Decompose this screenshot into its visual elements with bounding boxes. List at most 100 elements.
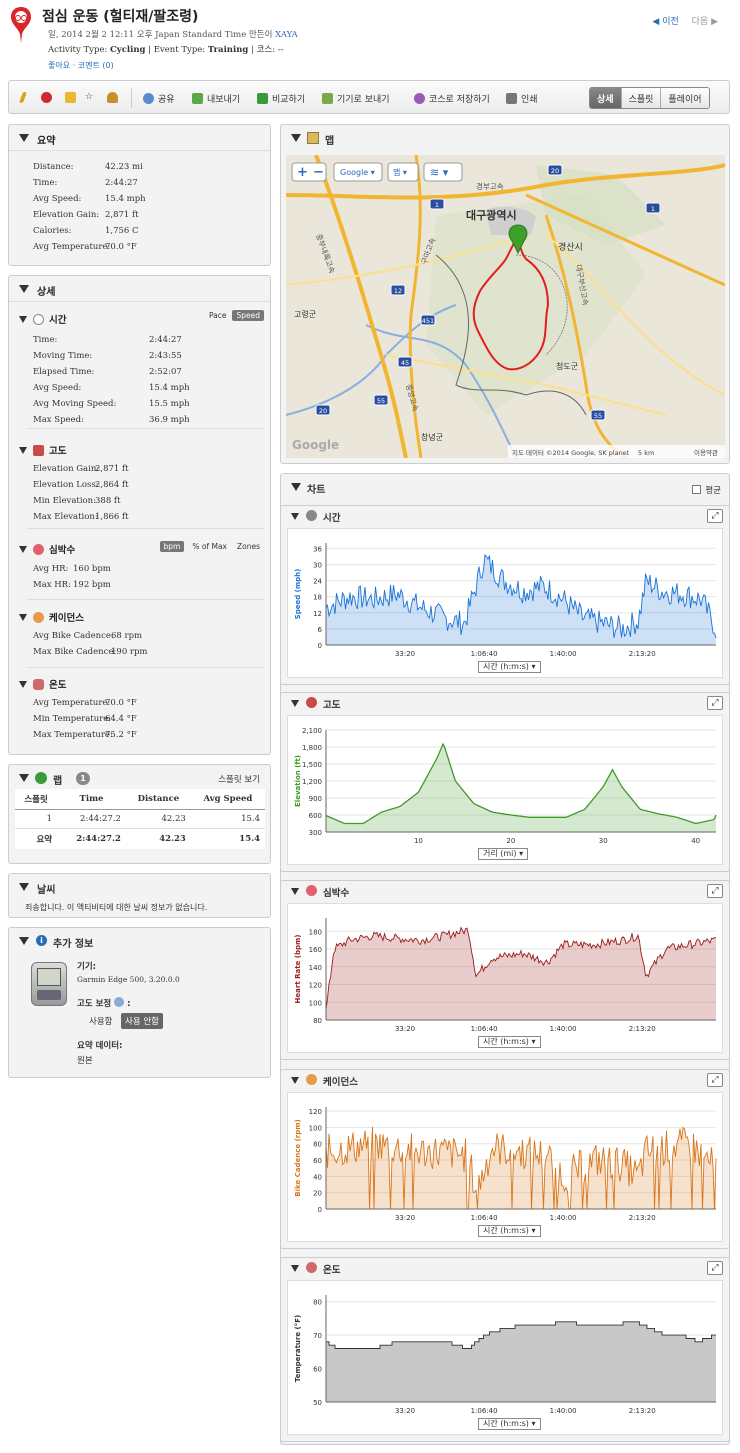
stat-label: Elevation Gain: bbox=[33, 464, 100, 474]
cadence-chart-svg[interactable]: 0 20 40 60 80 100 120 Bike Cadence (rpm) 33:20 1:… bbox=[288, 1093, 724, 1245]
pct-max-toggle[interactable]: % of Max bbox=[192, 542, 227, 551]
star-icon[interactable]: ☆ bbox=[85, 92, 93, 102]
hr-chart-icon bbox=[306, 885, 317, 896]
time-section-title: 시간 bbox=[49, 315, 67, 326]
weather-panel: 날씨 죄송합니다. 이 액티비티에 대한 날씨 정보가 없습니다. bbox=[8, 873, 271, 918]
average-checkbox[interactable] bbox=[692, 485, 702, 494]
col-distance[interactable]: Distance bbox=[125, 789, 191, 810]
collapse-icon[interactable] bbox=[19, 937, 29, 945]
hr-chart-plot[interactable]: 80 100 120 140 160 180 Heart Rate (bpm) 33:20 1:… bbox=[287, 903, 723, 1053]
send-to-device-button[interactable]: 기기로 보내기 bbox=[322, 92, 390, 105]
delete-icon[interactable] bbox=[41, 92, 56, 104]
collapse-icon[interactable] bbox=[291, 513, 299, 520]
y-tick-label: 120 bbox=[309, 1108, 322, 1116]
person-icon[interactable] bbox=[107, 92, 122, 104]
device-label: 기기: bbox=[77, 962, 97, 972]
col-time[interactable]: Time bbox=[57, 789, 126, 810]
collapse-icon[interactable] bbox=[291, 134, 301, 142]
stat-value: 160 bpm bbox=[73, 564, 111, 574]
share-button[interactable]: 공유 bbox=[143, 92, 175, 105]
x-tick-label: 33:20 bbox=[395, 1407, 415, 1415]
edit-icon[interactable] bbox=[18, 92, 29, 104]
time-section-header[interactable]: 시간 bbox=[19, 312, 66, 326]
activity-type-value[interactable]: Cycling bbox=[110, 45, 145, 55]
temp-chart-plot[interactable]: 50 60 70 80 Temperature (°F) 33:20 1:06:40 1:40… bbox=[287, 1280, 723, 1435]
speed-toggle[interactable]: Speed bbox=[232, 310, 264, 321]
elevation-series-line bbox=[325, 742, 717, 825]
pace-toggle[interactable]: Pace bbox=[209, 311, 227, 320]
view-player-tab[interactable]: 플레이어 bbox=[660, 88, 709, 108]
export-button[interactable]: 내보내기 bbox=[192, 92, 240, 105]
expand-icon[interactable]: ⤢ bbox=[707, 696, 723, 710]
lock-icon[interactable] bbox=[65, 92, 80, 104]
temp-chart-svg[interactable]: 50 60 70 80 Temperature (°F) 33:20 1:06:40 1:40… bbox=[288, 1281, 724, 1438]
y-tick-label: 36 bbox=[313, 545, 322, 553]
bpm-toggle[interactable]: bpm bbox=[159, 541, 185, 552]
cadence-chart-plot[interactable]: 0 20 40 60 80 100 120 Bike Cadence (rpm) 33:20 1:… bbox=[287, 1092, 723, 1242]
hr-chart-svg[interactable]: 80 100 120 140 160 180 Heart Rate (bpm) 33:20 1:… bbox=[288, 904, 724, 1056]
view-splits-tab[interactable]: 스플릿 bbox=[620, 88, 661, 108]
y-tick-label: 20 bbox=[313, 1190, 322, 1198]
col-avg-speed[interactable]: Avg Speed bbox=[190, 789, 265, 810]
prev-link[interactable]: ◀ 이전 bbox=[652, 17, 678, 27]
col-split[interactable]: 스플릿 bbox=[15, 789, 58, 810]
laps-table: 스플릿 Time Distance Avg Speed 1 2:44:27.2 42… bbox=[15, 789, 265, 849]
speed-chart-svg[interactable]: 0 6 12 18 24 30 36 Speed (mph) 33:20 1:06:40 1:40:… bbox=[288, 529, 724, 681]
cadence-x-axis-select[interactable]: 시간 (h:m:s) ▾ bbox=[478, 1225, 541, 1237]
collapse-icon[interactable] bbox=[291, 483, 301, 491]
elevation-section-header[interactable]: 고도 bbox=[19, 443, 66, 457]
elevation-chart-plot[interactable]: 300 600 900 1,200 1,500 1,800 2,100 Elevation (… bbox=[287, 715, 723, 865]
print-button[interactable]: 인쇄 bbox=[506, 92, 538, 105]
stat-label: Moving Time: bbox=[33, 351, 93, 361]
help-icon[interactable] bbox=[114, 997, 125, 1007]
speed-chart-plot[interactable]: 0 6 12 18 24 30 36 Speed (mph) 33:20 1:06:40 1:40:… bbox=[287, 528, 723, 678]
comment-link[interactable]: 코멘트 (0) bbox=[78, 61, 114, 70]
expand-icon[interactable]: ⤢ bbox=[707, 509, 723, 523]
event-type-value[interactable]: Training bbox=[208, 45, 248, 55]
expand-icon[interactable]: ⤢ bbox=[707, 1261, 723, 1275]
hr-x-axis-select[interactable]: 시간 (h:m:s) ▾ bbox=[478, 1036, 541, 1048]
like-link[interactable]: 좋아요 bbox=[48, 61, 70, 70]
elevation-series-area bbox=[326, 744, 716, 832]
event-type-label: | Event Type: bbox=[148, 45, 206, 55]
zones-toggle[interactable]: Zones bbox=[237, 542, 260, 551]
author-link[interactable]: XAYA bbox=[275, 30, 298, 40]
pace-speed-toggle: Pace Speed bbox=[209, 310, 264, 321]
route-shield-label: 1 bbox=[651, 205, 655, 213]
cadence-section-header[interactable]: 케이던스 bbox=[19, 610, 84, 624]
collapse-icon[interactable] bbox=[19, 774, 29, 782]
elev-corr-off[interactable]: 사용 안함 bbox=[121, 1013, 163, 1029]
collapse-icon[interactable] bbox=[291, 1077, 299, 1084]
google-layer-label: Google ▾ bbox=[340, 168, 375, 177]
hr-section-header[interactable]: 심박수 bbox=[19, 542, 75, 556]
details-header[interactable]: 상세 bbox=[9, 276, 270, 302]
collapse-icon[interactable] bbox=[291, 888, 299, 895]
collapse-icon[interactable] bbox=[291, 1265, 299, 1272]
next-link[interactable]: 다음 ▶ bbox=[692, 17, 718, 27]
laps-title: 랩 bbox=[53, 776, 63, 787]
temp-section-header[interactable]: 온도 bbox=[19, 677, 66, 691]
temp-x-axis-select[interactable]: 시간 (h:m:s) ▾ bbox=[478, 1418, 541, 1430]
speed-x-axis-select[interactable]: 시간 (h:m:s) ▾ bbox=[478, 661, 541, 673]
view-splits-link[interactable]: 스플릿 보기 bbox=[218, 773, 260, 785]
collapse-icon bbox=[19, 134, 29, 142]
collapse-icon[interactable] bbox=[19, 883, 29, 891]
elevation-x-axis-select[interactable]: 거리 (mi) ▾ bbox=[478, 848, 529, 860]
y-tick-label: 80 bbox=[313, 1017, 322, 1025]
toolbar: ☆ 공유 내보내기 비교하기 기기로 보내기 코스로 저장하기 인쇄 상세 스플… bbox=[8, 80, 730, 114]
view-detail-tab[interactable]: 상세 bbox=[590, 88, 621, 108]
route-map[interactable]: + − Google ▾ 맵 ▾ ≋ ▾ 대구광역시 경산시 고령군 청도군 창… bbox=[286, 155, 725, 458]
average-toggle[interactable]: 평균 bbox=[692, 484, 721, 496]
compare-button[interactable]: 비교하기 bbox=[257, 92, 305, 105]
elevation-chart-svg[interactable]: 300 600 900 1,200 1,500 1,800 2,100 Elevation (… bbox=[288, 716, 724, 868]
activity-title[interactable]: 점심 운동 (헐티재/팔조령) bbox=[42, 6, 198, 26]
table-row[interactable]: 1 2:44:27.2 42.23 15.4 bbox=[15, 809, 265, 829]
summary-header[interactable]: 요약 bbox=[9, 125, 270, 151]
stat-label: Max Bike Cadence: bbox=[33, 647, 117, 657]
expand-icon[interactable]: ⤢ bbox=[707, 1073, 723, 1087]
elev-corr-on[interactable]: 사용함 bbox=[89, 1015, 112, 1027]
device-icon bbox=[322, 93, 333, 104]
collapse-icon[interactable] bbox=[291, 700, 299, 707]
save-as-course-button[interactable]: 코스로 저장하기 bbox=[414, 92, 490, 105]
expand-icon[interactable]: ⤢ bbox=[707, 884, 723, 898]
